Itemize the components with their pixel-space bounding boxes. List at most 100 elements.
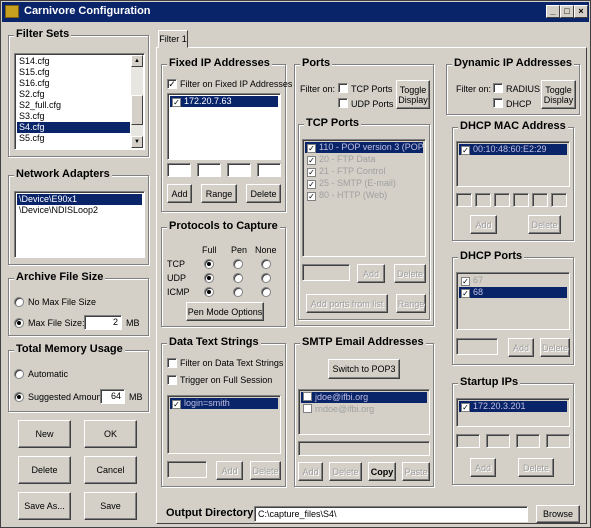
dhcp-mac-list[interactable]: ✓ 00:10:48:60:E2:29	[456, 141, 570, 187]
ip-octet-1-input[interactable]	[167, 163, 191, 177]
pen-mode-options-button[interactable]: Pen Mode Options	[186, 302, 264, 321]
dhcp-checkbox[interactable]	[493, 98, 503, 108]
icmp-pen-radio[interactable]	[233, 287, 243, 297]
list-item-selected[interactable]: \Device\E90x1	[17, 194, 142, 205]
close-button[interactable]: ×	[574, 5, 588, 18]
smtp-paste-button[interactable]: Paste	[402, 462, 430, 481]
mac-octet-5-input[interactable]	[532, 193, 548, 207]
list-item[interactable]: \Device\NDISLoop2	[17, 205, 142, 216]
list-item-selected[interactable]: S4.cfg	[17, 122, 130, 133]
list-item-selected[interactable]: ✓ 68	[459, 287, 567, 298]
dhcp-port-input[interactable]	[456, 338, 498, 355]
output-directory-input[interactable]: C:\capture_files\S4\	[254, 506, 528, 522]
filter-data-text-checkbox[interactable]	[167, 358, 177, 368]
tcp-ports-add-button[interactable]: Add	[357, 264, 385, 283]
dhcp-ports-add-button[interactable]: Add	[508, 338, 534, 357]
tcp-port-input[interactable]	[302, 264, 350, 281]
list-item[interactable]: S3.cfg	[17, 111, 142, 122]
mac-octet-4-input[interactable]	[513, 193, 529, 207]
trigger-full-session-checkbox[interactable]	[167, 375, 177, 385]
list-item[interactable]: S2_full.cfg	[17, 100, 142, 111]
startup-ip-octet-3-input[interactable]	[516, 434, 540, 448]
mac-octet-6-input[interactable]	[551, 193, 567, 207]
filter-fixed-ip-checkbox[interactable]: ✓	[167, 79, 177, 89]
list-item[interactable]: rndoe@ifbi.org	[301, 404, 427, 415]
fixed-ip-add-button[interactable]: Add	[167, 184, 192, 203]
icmp-none-radio[interactable]	[261, 287, 271, 297]
startup-ip-octet-2-input[interactable]	[486, 434, 510, 448]
list-item-selected[interactable]: ✓ login=smith	[170, 398, 278, 409]
ip-octet-3-input[interactable]	[227, 163, 251, 177]
udp-ports-checkbox[interactable]	[338, 98, 348, 108]
udp-full-radio[interactable]	[204, 273, 214, 283]
tcp-ports-range-button[interactable]: Range	[396, 294, 426, 313]
data-text-list[interactable]: ✓ login=smith	[167, 395, 281, 454]
list-item[interactable]: ✓ 80 - HTTP (Web)	[305, 190, 423, 201]
data-text-input[interactable]	[167, 461, 207, 478]
dhcp-mac-add-button[interactable]: Add	[470, 215, 497, 234]
delete-filter-button[interactable]: Delete	[18, 456, 71, 484]
filter-sets-scrollbar[interactable]: ▲ ▼	[131, 55, 143, 148]
maximize-button[interactable]: □	[560, 5, 574, 18]
tcp-ports-delete-button[interactable]: Delete	[394, 264, 426, 283]
startup-ip-octet-1-input[interactable]	[456, 434, 480, 448]
tcp-none-radio[interactable]	[261, 259, 271, 269]
list-item[interactable]: ✓ 20 - FTP Data	[305, 154, 423, 165]
list-item[interactable]: ✓ 67	[459, 275, 567, 286]
udp-pen-radio[interactable]	[233, 273, 243, 283]
smtp-delete-button[interactable]: Delete	[329, 462, 362, 481]
checked-icon[interactable]: ✓	[307, 168, 316, 177]
automatic-radio[interactable]	[14, 369, 24, 379]
minimize-button[interactable]: _	[546, 5, 560, 18]
fixed-ip-range-button[interactable]: Range	[201, 184, 237, 203]
list-item[interactable]: S2.cfg	[17, 89, 142, 100]
list-item-selected[interactable]: ✓ 172.20.3.201	[459, 401, 567, 412]
data-text-delete-button[interactable]: Delete	[250, 461, 281, 480]
scroll-up-icon[interactable]: ▲	[131, 55, 143, 67]
checked-icon[interactable]: ✓	[461, 289, 470, 298]
scroll-down-icon[interactable]: ▼	[131, 136, 143, 148]
list-item[interactable]: S15.cfg	[17, 67, 142, 78]
max-file-size-radio[interactable]	[14, 318, 24, 328]
startup-ips-delete-button[interactable]: Delete	[518, 458, 554, 477]
ok-button[interactable]: OK	[84, 420, 137, 448]
smtp-list[interactable]: jdoe@ifbi.org rndoe@ifbi.org	[298, 389, 430, 435]
scroll-thumb[interactable]	[131, 95, 143, 125]
suggested-amount-radio[interactable]	[14, 392, 24, 402]
icmp-full-radio[interactable]	[204, 287, 214, 297]
dhcp-mac-delete-button[interactable]: Delete	[528, 215, 561, 234]
fixed-ip-list[interactable]: ✓ 172.20.7.63	[167, 93, 281, 160]
list-item[interactable]: ✓ 21 - FTP Control	[305, 166, 423, 177]
no-max-file-size-radio[interactable]	[14, 297, 24, 307]
smtp-copy-button[interactable]: Copy	[368, 462, 396, 481]
max-file-size-input[interactable]: 2	[84, 315, 122, 330]
tcp-pen-radio[interactable]	[233, 259, 243, 269]
radius-checkbox[interactable]	[493, 83, 503, 93]
checked-icon[interactable]: ✓	[461, 403, 470, 412]
list-item-selected[interactable]: jdoe@ifbi.org	[301, 392, 427, 403]
checked-icon[interactable]: ✓	[307, 156, 316, 165]
tab-filter-1[interactable]: Filter 1	[158, 30, 188, 48]
ip-octet-2-input[interactable]	[197, 163, 221, 177]
checked-icon[interactable]: ✓	[461, 146, 470, 155]
save-button[interactable]: Save	[84, 492, 137, 520]
list-item-selected[interactable]: ✓ 110 - POP version 3 (POP3)	[305, 142, 423, 153]
checked-icon[interactable]: ✓	[307, 144, 316, 153]
checked-icon[interactable]: ✓	[461, 277, 470, 286]
filter-sets-list[interactable]: S14.cfg S15.cfg S16.cfg S2.cfg S2_full.c…	[14, 53, 145, 150]
suggested-amount-input[interactable]: 64	[100, 389, 125, 404]
fixed-ip-delete-button[interactable]: Delete	[246, 184, 281, 203]
checked-icon[interactable]: ✓	[307, 180, 316, 189]
ip-octet-4-input[interactable]	[257, 163, 281, 177]
startup-ips-list[interactable]: ✓ 172.20.3.201	[456, 398, 570, 427]
dhcp-ports-delete-button[interactable]: Delete	[540, 338, 570, 357]
browse-button[interactable]: Browse	[536, 505, 580, 523]
mac-octet-1-input[interactable]	[456, 193, 472, 207]
checked-icon[interactable]: ✓	[307, 192, 316, 201]
tcp-ports-list[interactable]: ✓ 110 - POP version 3 (POP3) ✓ 20 - FTP Da…	[302, 139, 426, 257]
list-item-selected[interactable]: ✓ 172.20.7.63	[170, 96, 278, 107]
udp-none-radio[interactable]	[261, 273, 271, 283]
list-item[interactable]: S5.cfg	[17, 133, 142, 144]
title-bar[interactable]: Carnivore Configuration _ □ ×	[2, 2, 589, 22]
dynamic-toggle-display-button[interactable]: Toggle Display	[541, 80, 576, 109]
